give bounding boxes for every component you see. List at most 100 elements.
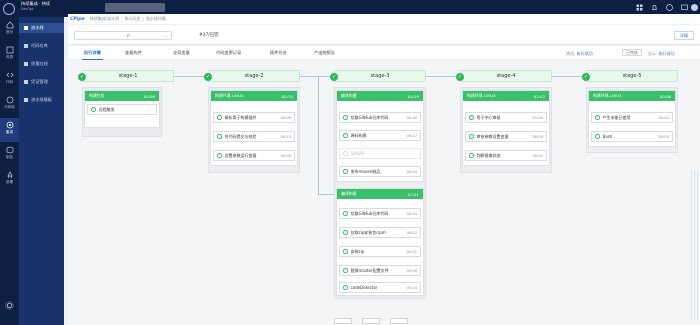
detail-button[interactable]: 详情 bbox=[674, 31, 694, 40]
check-icon: ✓ bbox=[456, 72, 464, 81]
job-header: 构建任务 00:06 bbox=[85, 91, 159, 101]
step-duration: 00:00 bbox=[406, 268, 417, 273]
top-icons bbox=[636, 4, 688, 11]
step-item[interactable]: Bash 00:00 bbox=[591, 131, 673, 142]
zoom-out-button[interactable] bbox=[334, 318, 352, 324]
rail-label: 制品 bbox=[5, 155, 14, 159]
pipeline-selector[interactable]: n ⌄ bbox=[74, 31, 172, 40]
step-duration: 00:00 bbox=[532, 134, 543, 139]
stage-header[interactable]: ✓ stage-5 bbox=[582, 70, 678, 82]
step-duration: 00:00 bbox=[280, 153, 291, 158]
filter-left[interactable]: 筛选: 执行成功 bbox=[566, 51, 593, 57]
code-icon bbox=[5, 72, 14, 78]
step-duration: 00:04 bbox=[406, 169, 417, 174]
step-item-skipped[interactable]: SONAR bbox=[339, 148, 421, 159]
tab-output-report[interactable]: 产出物报告 bbox=[314, 50, 335, 56]
rail-item-deploy[interactable]: 部署 bbox=[0, 168, 19, 192]
step-item[interactable]: 替换master配置文件 00:00 bbox=[339, 265, 421, 276]
sidebar-item-repo[interactable]: 代码仓库 bbox=[19, 41, 64, 51]
repo-icon bbox=[6, 96, 13, 104]
step-duration: 00:04 bbox=[406, 211, 417, 216]
rail-item-code[interactable]: 代码 bbox=[0, 68, 19, 92]
filter-chip[interactable]: 已完成 bbox=[622, 49, 642, 56]
tab-bar: 执行详情 查看构件 全局变量 代码变更记录 插件任务 产出物报告 筛选: 执行成… bbox=[68, 46, 700, 60]
status-dot-icon bbox=[217, 115, 222, 120]
step-item[interactable]: 拉取GitHub仓库代码 00:04 bbox=[339, 208, 421, 219]
sidebar-item-templates[interactable]: 流水线模板 bbox=[19, 95, 64, 105]
step-item[interactable]: 发布maven制品 00:04 bbox=[339, 166, 421, 177]
stage-header[interactable]: ✓ stage-3 bbox=[330, 70, 426, 82]
rail-item-build[interactable]: 集成 bbox=[0, 118, 19, 142]
zoom-reset-button[interactable] bbox=[362, 318, 380, 324]
job-title: 编译构建 bbox=[341, 93, 357, 98]
filter-right[interactable]: 显示: 执行成功 bbox=[648, 51, 675, 57]
step-item[interactable]: 拉取GitHub仓库代码 00:30 bbox=[339, 112, 421, 123]
step-duration: 00:14 bbox=[280, 134, 291, 139]
avatar[interactable] bbox=[691, 4, 698, 11]
tab-execution-detail[interactable]: 执行详情 bbox=[82, 50, 103, 60]
rail-item-repo[interactable]: 代码库 bbox=[0, 93, 19, 117]
stage-header[interactable]: ✓ stage-4 bbox=[456, 70, 552, 82]
sidebar-item-quality[interactable]: 质量红线 bbox=[19, 59, 64, 69]
status-dot-icon bbox=[343, 169, 348, 174]
step-item[interactable]: 源码构建 00:17 bbox=[339, 130, 421, 141]
sidebar-item-label: 流水线模板 bbox=[31, 97, 52, 102]
sidebar: 流水线 代码仓库 质量红线 凭证管理 流水线模板 bbox=[19, 17, 64, 325]
tab-plugin-tasks[interactable]: 插件任务 bbox=[270, 50, 287, 56]
step-item[interactable]: 审核参数设置变量 00:00 bbox=[465, 131, 547, 142]
rail-item-home[interactable]: 首页 bbox=[0, 18, 19, 42]
step-name: 替换master配置文件 bbox=[350, 267, 389, 273]
step-item[interactable]: codeDetector 00:14 bbox=[339, 282, 421, 293]
stage-connector bbox=[318, 76, 319, 194]
chevron-down-icon: ⌄ bbox=[164, 33, 168, 38]
step-item[interactable]: 产生未能已使用 00:01 bbox=[591, 112, 673, 123]
sidebar-item-pipeline[interactable]: 流水线 bbox=[19, 23, 64, 33]
breadcrumb-item[interactable]: 执行历史 bbox=[124, 16, 140, 22]
step-duration: 00:01 bbox=[406, 249, 417, 254]
sidebar-item-label: 流水线 bbox=[31, 25, 44, 30]
step-item[interactable]: 安装zip 00:01 bbox=[339, 246, 421, 257]
step-item[interactable]: 远程触发 bbox=[87, 104, 157, 115]
sidebar-item-credentials[interactable]: 凭证管理 bbox=[19, 77, 64, 87]
step-item[interactable]: 拉取zip安装包/rpm 00:02 bbox=[339, 227, 421, 238]
breadcrumb-item[interactable]: 持续集成/流水线 bbox=[90, 16, 119, 22]
step-name: 拉取GitHub仓库代码 bbox=[350, 210, 389, 216]
rail-label: 集成 bbox=[5, 130, 14, 134]
job-header: 编译构建 03:01 bbox=[337, 189, 423, 199]
tab-artifacts[interactable]: 查看构件 bbox=[125, 50, 142, 56]
icon-rail: 首页 资源 代码 代码库 集成 制品 部署 bbox=[0, 0, 19, 325]
tab-code-changes[interactable]: 代码变更记录 bbox=[216, 50, 241, 56]
filter-right-label: 显示: bbox=[648, 51, 658, 56]
grid-icon[interactable] bbox=[636, 4, 643, 11]
job-card[interactable]: 编译构建 03:01 bbox=[336, 188, 424, 296]
gear-icon[interactable] bbox=[5, 301, 14, 310]
job-duration: 00:06 bbox=[143, 93, 155, 99]
status-dot-icon bbox=[343, 115, 348, 120]
breadcrumb: CPipe 持续集成/流水线 | 执行历史 | 流水线详情 bbox=[68, 14, 700, 24]
stage-header[interactable]: ✓ stage-2 bbox=[204, 70, 300, 82]
stage-header[interactable]: ✓ stage-1 bbox=[78, 70, 174, 82]
tab-global-variables[interactable]: 全局变量 bbox=[173, 50, 190, 56]
step-item[interactable]: 合代码提交与校验 00:14 bbox=[213, 131, 295, 142]
company-logo-icon bbox=[3, 3, 15, 15]
scroll-strip[interactable] bbox=[691, 170, 700, 320]
zoom-in-button[interactable] bbox=[390, 318, 408, 324]
rail-item-resources[interactable]: 资源 bbox=[0, 43, 19, 67]
step-name: 设置参数运行变量 bbox=[224, 152, 257, 158]
shield-icon bbox=[24, 62, 28, 66]
project-selector[interactable] bbox=[105, 2, 165, 12]
help-icon[interactable] bbox=[666, 4, 673, 11]
sidebar-item-label: 代码仓库 bbox=[31, 43, 48, 48]
brand: 持续集成 · 持续 DevOps bbox=[21, 1, 50, 12]
bell-icon[interactable] bbox=[651, 4, 658, 11]
step-item[interactable]: 设置参数运行变量 00:00 bbox=[213, 150, 295, 161]
rail-item-package[interactable]: 制品 bbox=[0, 143, 19, 167]
status-dot-icon bbox=[343, 285, 348, 290]
step-item[interactable]: 解析用于构建插件 00:09 bbox=[213, 112, 295, 123]
message-icon[interactable] bbox=[681, 4, 688, 11]
step-item[interactable]: 用于中心审核 01:00 bbox=[465, 112, 547, 123]
status-dot-icon bbox=[469, 134, 474, 139]
step-item[interactable]: 判断镜像状态 00:01 bbox=[465, 150, 547, 161]
step-duration: 00:01 bbox=[658, 115, 669, 120]
brand-title: 持续集成 · 持续 bbox=[21, 1, 51, 6]
